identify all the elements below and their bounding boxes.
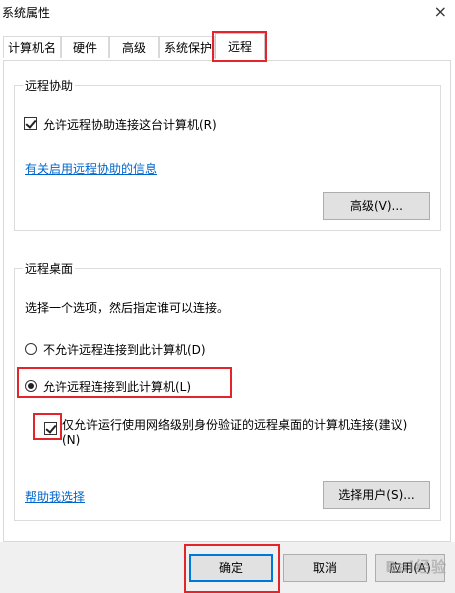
- nla-only-label-line2[interactable]: (N): [62, 433, 80, 447]
- dialog-footer: 确定 取消 应用(A) Bai经验: [0, 542, 455, 593]
- remote-assistance-group: 远程协助 允许远程协助连接这台计算机(R) 有关启用远程协助的信息 高级(V).…: [14, 77, 441, 231]
- remote-desktop-group-title: 远程桌面: [23, 260, 76, 277]
- nla-checkbox-highlight: [33, 413, 62, 440]
- remote-assistance-info-link[interactable]: 有关启用远程协助的信息: [25, 160, 157, 177]
- remote-desktop-instruction: 选择一个选项，然后指定谁可以连接。: [25, 301, 230, 315]
- tab-panel-remote: 远程协助 允许远程协助连接这台计算机(R) 有关启用远程协助的信息 高级(V).…: [3, 60, 451, 542]
- tab-remote-highlight: [212, 31, 267, 62]
- system-properties-window: 系统属性 × 计算机名 硬件 高级 系统保护 远程 远程协助 允许远程协助连接这…: [0, 0, 455, 593]
- title-bar: 系统属性 ×: [0, 0, 455, 28]
- deny-remote-radio[interactable]: [25, 343, 37, 355]
- select-users-button[interactable]: 选择用户(S)...: [323, 481, 430, 509]
- allow-remote-assistance-checkbox[interactable]: [24, 117, 37, 130]
- tab-computer-name[interactable]: 计算机名: [3, 36, 61, 58]
- close-icon[interactable]: ×: [434, 2, 447, 21]
- deny-remote-label[interactable]: 不允许远程连接到此计算机(D): [43, 341, 206, 358]
- help-me-choose-link[interactable]: 帮助我选择: [25, 488, 85, 505]
- cancel-button[interactable]: 取消: [283, 554, 367, 582]
- apply-button[interactable]: 应用(A): [375, 554, 445, 582]
- tab-hardware[interactable]: 硬件: [61, 36, 109, 58]
- advanced-button[interactable]: 高级(V)...: [323, 192, 430, 220]
- tab-system-protection[interactable]: 系统保护: [159, 36, 215, 58]
- allow-remote-highlight: [17, 367, 232, 398]
- checkmark-icon: [25, 117, 37, 129]
- remote-assistance-group-title: 远程协助: [23, 77, 76, 94]
- tab-advanced[interactable]: 高级: [109, 36, 159, 58]
- nla-only-label-line1[interactable]: 仅允许运行使用网络级别身份验证的远程桌面的计算机连接(建议): [62, 416, 407, 433]
- window-title: 系统属性: [2, 6, 51, 20]
- ok-button-highlight: [184, 544, 280, 593]
- allow-remote-assistance-label[interactable]: 允许远程协助连接这台计算机(R): [43, 116, 217, 133]
